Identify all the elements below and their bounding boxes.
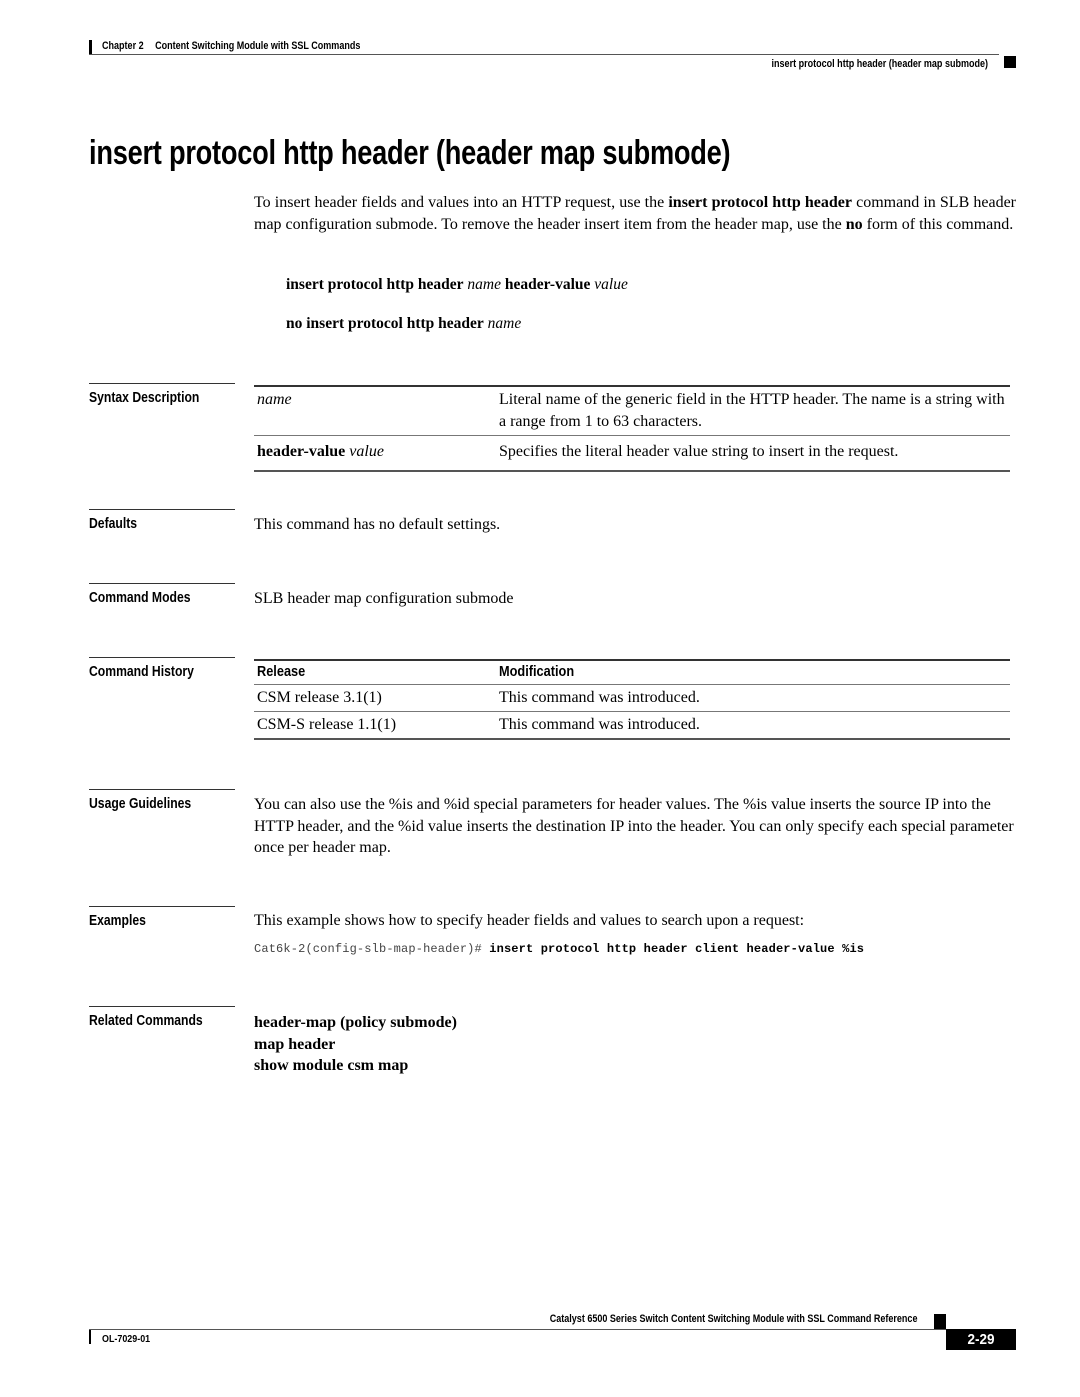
section-rule — [89, 583, 235, 584]
section-rule — [89, 906, 235, 907]
section-label-text: Related Commands — [89, 1013, 203, 1029]
header-marker — [1004, 56, 1016, 68]
syntax-no-line: no insert protocol http header name — [286, 315, 521, 333]
syntax-keyword: header-value — [504, 276, 591, 293]
running-header-chapter: Chapter 2 Content Switching Module with S… — [102, 40, 360, 52]
section-label-text: Command History — [89, 664, 194, 680]
section-label-usage-guidelines: Usage Guidelines — [89, 789, 235, 812]
table-row: CSM-S release 1.1(1) This command was in… — [254, 712, 1010, 740]
column-header-release: Release — [254, 664, 499, 680]
section-label-command-history: Command History — [89, 657, 235, 680]
intro-paragraph: To insert header fields and values into … — [254, 192, 1016, 235]
command-history-table: Release Modification CSM release 3.1(1) … — [254, 659, 1010, 740]
section-rule — [89, 509, 235, 510]
param-cell: name — [254, 389, 499, 432]
usage-guidelines-text: You can also use the %is and %id special… — [254, 796, 1014, 856]
intro-command: insert protocol http header — [668, 194, 852, 211]
section-label-defaults: Defaults — [89, 509, 235, 532]
param-argument: name — [257, 391, 292, 408]
column-header-modification: Modification — [499, 664, 1010, 680]
section-label-command-modes: Command Modes — [89, 583, 235, 606]
footer-rule — [89, 1329, 946, 1330]
chapter-label: Chapter 2 — [102, 40, 144, 52]
param-cell: header-value value — [254, 441, 499, 463]
related-commands-list: header-map (policy submode) map header s… — [254, 1012, 457, 1077]
section-rule — [89, 789, 235, 790]
header-rule — [89, 54, 999, 55]
intro-no-keyword: no — [845, 215, 863, 233]
syntax-keyword: no insert protocol http header — [286, 315, 484, 332]
section-label-text: Syntax Description — [89, 390, 200, 406]
syntax-keyword: insert protocol http header — [286, 276, 464, 293]
footer-doc-number: OL-7029-01 — [102, 1333, 151, 1345]
chapter-title: Content Switching Module with SSL Comman… — [155, 40, 361, 52]
modification-cell: This command was introduced. — [499, 689, 700, 706]
intro-text: To insert header fields and values into … — [254, 194, 669, 211]
syntax-description-table: name Literal name of the generic field i… — [254, 385, 1010, 472]
table-row: header-value value Specifies the literal… — [254, 436, 1010, 472]
cli-prompt: Cat6k-2(config-slb-map-header)# — [254, 942, 490, 956]
footer-marker — [934, 1314, 946, 1329]
related-command-link[interactable]: map header — [254, 1034, 457, 1056]
section-label-related-commands: Related Commands — [89, 1006, 235, 1029]
code-example: Cat6k-2(config-slb-map-header)# insert p… — [254, 942, 864, 956]
footer-bar — [89, 1330, 91, 1344]
table-row: name Literal name of the generic field i… — [254, 387, 1010, 436]
syntax-argument: name — [467, 276, 501, 293]
modification-cell: This command was introduced. — [499, 716, 700, 733]
running-header-section: insert protocol http header (header map … — [771, 58, 988, 70]
section-rule — [89, 657, 235, 658]
column-header-text: Modification — [499, 664, 575, 680]
page-number: 2-29 — [946, 1329, 1016, 1350]
table-row: CSM release 3.1(1) This command was intr… — [254, 685, 1010, 712]
section-rule — [89, 383, 235, 384]
section-label-text: Examples — [89, 913, 146, 929]
syntax-argument: value — [594, 276, 628, 293]
column-header-text: Release — [257, 664, 306, 680]
param-description: Specifies the literal header value strin… — [499, 443, 899, 460]
section-label-text: Command Modes — [89, 590, 191, 606]
section-label-text: Usage Guidelines — [89, 796, 192, 812]
param-description: Literal name of the generic field in the… — [499, 391, 1005, 430]
command-modes-text: SLB header map configuration submode — [254, 590, 514, 607]
section-label-text: Defaults — [89, 516, 138, 532]
footer-book-title: Catalyst 6500 Series Switch Content Swit… — [549, 1313, 917, 1325]
section-label-examples: Examples — [89, 906, 235, 929]
examples-text: This example shows how to specify header… — [254, 912, 805, 929]
related-command-link[interactable]: show module csm map — [254, 1055, 457, 1077]
page-title: insert protocol http header (header map … — [89, 134, 731, 172]
syntax-argument: name — [487, 315, 522, 332]
syntax-line: insert protocol http header name header-… — [286, 276, 628, 294]
defaults-text: This command has no default settings. — [254, 516, 501, 533]
param-argument: value — [349, 443, 384, 460]
intro-text: form of this command. — [862, 215, 1014, 233]
release-cell: CSM-S release 1.1(1) — [257, 716, 397, 733]
page-number-text: 2-29 — [967, 1331, 995, 1348]
cli-command: insert protocol http header client heade… — [489, 942, 865, 956]
section-rule — [89, 1006, 235, 1007]
related-command-link[interactable]: header-map (policy submode) — [254, 1012, 457, 1034]
param-keyword: header-value — [257, 443, 346, 460]
release-cell: CSM release 3.1(1) — [257, 689, 382, 706]
header-bar — [89, 40, 92, 55]
table-header-row: Release Modification — [254, 661, 1010, 685]
section-label-syntax-description: Syntax Description — [89, 383, 235, 406]
